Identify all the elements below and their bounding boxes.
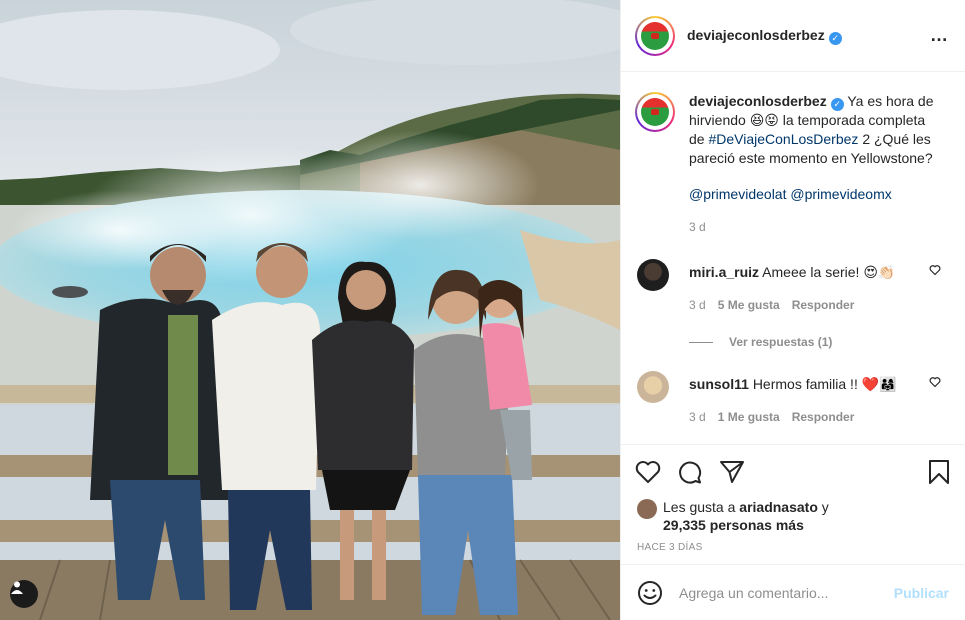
share-icon[interactable]	[719, 459, 745, 485]
view-replies-button[interactable]: Ver respuestas (1)	[689, 335, 949, 349]
comment-username[interactable]: miri.a_ruiz	[689, 264, 759, 280]
post-timestamp[interactable]: HACE 3 DÍAS	[621, 534, 965, 564]
likes-count[interactable]: 29,335 personas más	[663, 517, 804, 533]
comment-item: sunsol11 Hermos familia !! ❤️👨‍👩‍👧 3 d 1 …	[635, 371, 949, 427]
likes-summary: Les gusta a ariadnasato y 29,335 persona…	[621, 498, 965, 534]
comments-section: deviajeconlosderbez ✓ Ya es hora de hirvi…	[621, 72, 965, 444]
comment-likes[interactable]: 5 Me gusta	[718, 298, 780, 312]
liker-username[interactable]: ariadnasato	[739, 499, 818, 515]
instagram-post: deviajeconlosderbez ✓ … deviajeconlosderb…	[0, 0, 965, 620]
author-avatar[interactable]	[635, 15, 675, 56]
yellowstone-family-photo	[0, 0, 620, 620]
replies-divider	[689, 341, 713, 343]
caption: deviajeconlosderbez ✓ Ya es hora de hirvi…	[635, 92, 949, 237]
emoji-icon[interactable]	[637, 580, 663, 606]
publish-button[interactable]: Publicar	[894, 585, 949, 601]
reply-button[interactable]: Responder	[792, 298, 855, 312]
comment-meta: 3 d 5 Me gusta Responder	[689, 296, 949, 315]
add-comment-bar: Publicar	[621, 564, 965, 620]
comment-item: miri.a_ruiz Ameee la serie! 😍👏🏻 3 d 5 Me …	[635, 259, 949, 315]
comment-likes[interactable]: 1 Me gusta	[718, 410, 780, 424]
likes-conj: y	[821, 499, 829, 515]
likes-prefix: Les gusta a	[663, 499, 736, 515]
show-logo	[641, 98, 669, 126]
caption-text: deviajeconlosderbez ✓ Ya es hora de hirvi…	[689, 92, 949, 237]
bookmark-icon[interactable]	[927, 459, 951, 485]
comment-time[interactable]: 3 d	[689, 410, 706, 424]
commenter-avatar[interactable]	[637, 371, 669, 403]
caption-avatar[interactable]	[635, 92, 675, 132]
heart-icon[interactable]	[929, 263, 941, 279]
view-replies-label: Ver respuestas (1)	[729, 335, 833, 349]
action-bar	[621, 444, 965, 498]
author-username[interactable]: deviajeconlosderbez ✓	[687, 27, 842, 45]
heart-icon[interactable]	[929, 375, 941, 391]
commenter-avatar[interactable]	[637, 259, 669, 291]
comment-username[interactable]: sunsol11	[689, 376, 749, 392]
post-side-panel: deviajeconlosderbez ✓ … deviajeconlosderb…	[620, 0, 965, 620]
post-header: deviajeconlosderbez ✓ …	[621, 0, 965, 72]
comment-meta: 3 d 1 Me gusta Responder	[689, 408, 949, 427]
comment-text: Hermos familia !! ❤️👨‍👩‍👧	[752, 376, 897, 392]
mentions: @primevideolat @primevideomx	[689, 185, 939, 204]
liker-avatar[interactable]	[637, 499, 657, 519]
comment-icon[interactable]	[677, 459, 703, 485]
like-heart-icon[interactable]	[635, 460, 661, 484]
reply-button[interactable]: Responder	[792, 410, 855, 424]
comment-text: Ameee la serie! 😍👏🏻	[762, 264, 896, 280]
mention-link[interactable]: @primevideomx	[790, 186, 891, 202]
caption-username[interactable]: deviajeconlosderbez	[689, 93, 827, 109]
caption-time[interactable]: 3 d	[689, 218, 939, 237]
more-options-icon[interactable]: …	[930, 25, 949, 46]
hashtag-link[interactable]: #DeViajeConLosDerbez	[708, 131, 858, 147]
comment-input[interactable]	[679, 584, 894, 601]
likes-text: Les gusta a ariadnasato y 29,335 persona…	[663, 498, 829, 534]
verified-badge-icon: ✓	[830, 98, 844, 111]
post-photo[interactable]	[0, 0, 620, 620]
verified-badge-icon: ✓	[828, 31, 842, 45]
show-logo	[641, 21, 669, 50]
user-tag-icon[interactable]	[10, 580, 38, 608]
comment-time[interactable]: 3 d	[689, 298, 706, 312]
mention-link[interactable]: @primevideolat	[689, 186, 786, 202]
